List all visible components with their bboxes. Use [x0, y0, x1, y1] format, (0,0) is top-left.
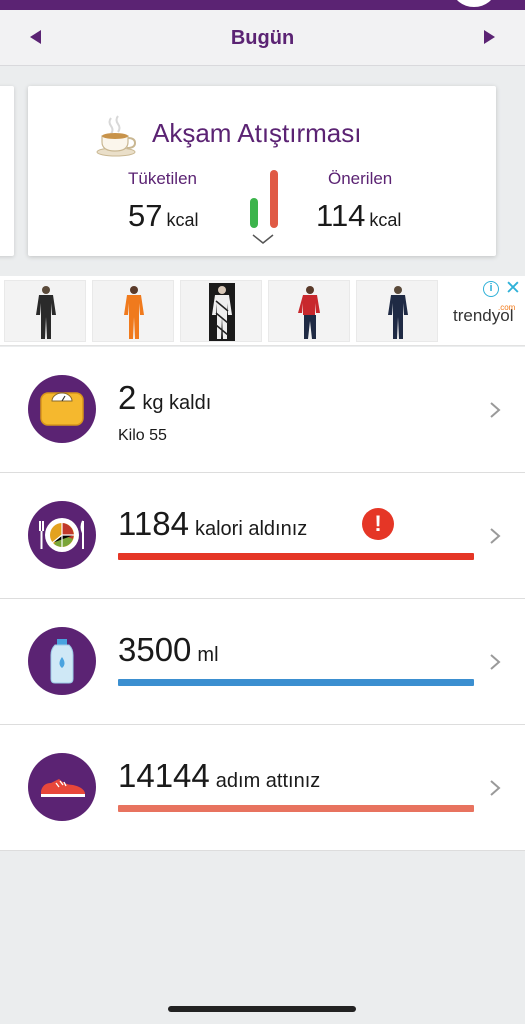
chevron-right-icon: [490, 780, 501, 796]
ad-info-icon[interactable]: i: [483, 281, 499, 297]
calorie-icon-circle: [28, 501, 96, 569]
date-navigation-bar: Bugün: [0, 10, 525, 66]
tracksuit-black-product-icon: [36, 286, 56, 339]
chevron-right-icon: [490, 654, 501, 670]
weight-tracker-row[interactable]: 2 kg kaldı Kilo 55: [0, 347, 525, 473]
sneaker-icon: [41, 779, 85, 797]
steps-count: 14144 adım attınız: [118, 757, 320, 795]
consumed-label: Tüketilen: [128, 169, 197, 188]
recommended-label: Önerilen: [328, 169, 393, 188]
weight-remaining: 2 kg kaldı: [118, 379, 211, 417]
calorie-alert-icon[interactable]: !: [362, 508, 394, 540]
tracksuit-patterned-product-icon: [209, 283, 235, 341]
meal-carousel[interactable]: Akşam Atıştırması Tüketilen 57 kcal Öneri…: [0, 66, 525, 276]
water-icon-circle: [28, 627, 96, 695]
calorie-progress-bar: [118, 553, 474, 560]
chevron-right-icon: [490, 528, 501, 544]
calorie-tracker-row[interactable]: 1184 kalori aldınız: [0, 473, 525, 599]
ad-banner[interactable]: trendyol .com: [0, 276, 525, 346]
scale-icon: [40, 392, 84, 426]
calories-taken: 1184 kalori aldınız: [118, 505, 307, 543]
status-strip: [0, 0, 525, 10]
consumed-unit: kcal: [166, 210, 199, 230]
tracker-list: 2 kg kaldı Kilo 55 1184 kalori aldınız 3…: [0, 347, 525, 851]
water-value: 3500: [118, 631, 192, 668]
consumed-kcal: 57 kcal: [128, 198, 199, 234]
steps-icon-circle: [28, 753, 96, 821]
weight-suffix: kg kaldı: [142, 392, 212, 414]
date-title: Bugün: [230, 27, 295, 49]
previous-meal-card[interactable]: [0, 86, 14, 256]
steps-suffix: adım attınız: [215, 770, 321, 792]
tracksuit-red-product-icon: [298, 286, 320, 339]
tracksuit-navy-product-icon: [388, 286, 408, 339]
next-day-arrow-icon[interactable]: [484, 30, 495, 44]
tracksuit-orange-product-icon: [124, 286, 144, 339]
meal-title: Akşam Atıştırması: [152, 118, 362, 148]
water-tracker-row[interactable]: 3500 ml: [0, 599, 525, 725]
weight-value: 2: [118, 379, 137, 416]
water-suffix: ml: [197, 644, 219, 666]
consumed-bar: [250, 198, 258, 228]
home-indicator[interactable]: [168, 1006, 356, 1012]
consumed-value: 57: [128, 198, 163, 233]
ad-product-thumbnail[interactable]: [356, 280, 438, 342]
steps-tracker-row[interactable]: 14144 adım attınız: [0, 725, 525, 851]
water-bottle-icon: [50, 639, 74, 684]
recommended-kcal: 114 kcal: [316, 198, 401, 234]
ad-product-thumbnail[interactable]: [4, 280, 86, 342]
ad-product-thumbnail[interactable]: [92, 280, 174, 342]
calorie-value: 1184: [118, 505, 189, 542]
ad-product-thumbnail[interactable]: [268, 280, 350, 342]
water-progress-bar: [118, 679, 474, 686]
recommended-value: 114: [316, 198, 366, 233]
chevron-down-icon[interactable]: [251, 233, 275, 245]
calorie-suffix: kalori aldınız: [194, 518, 308, 540]
recommended-unit: kcal: [369, 210, 402, 230]
steps-value: 14144: [118, 757, 210, 794]
ad-product-thumbnail[interactable]: [180, 280, 262, 342]
plate-icon: [39, 518, 84, 552]
ad-brand-badge: .com: [498, 303, 516, 312]
steps-progress-bar: [118, 805, 474, 812]
chevron-right-icon: [490, 402, 501, 418]
water-amount: 3500 ml: [118, 631, 219, 669]
recommended-bar: [270, 170, 278, 228]
tea-cup-icon: [96, 115, 137, 157]
current-weight: Kilo 55: [118, 427, 167, 444]
weight-icon-circle: [28, 375, 96, 443]
ad-close-icon[interactable]: ✕: [505, 279, 521, 298]
meal-card[interactable]: Akşam Atıştırması Tüketilen 57 kcal Öneri…: [28, 86, 496, 256]
